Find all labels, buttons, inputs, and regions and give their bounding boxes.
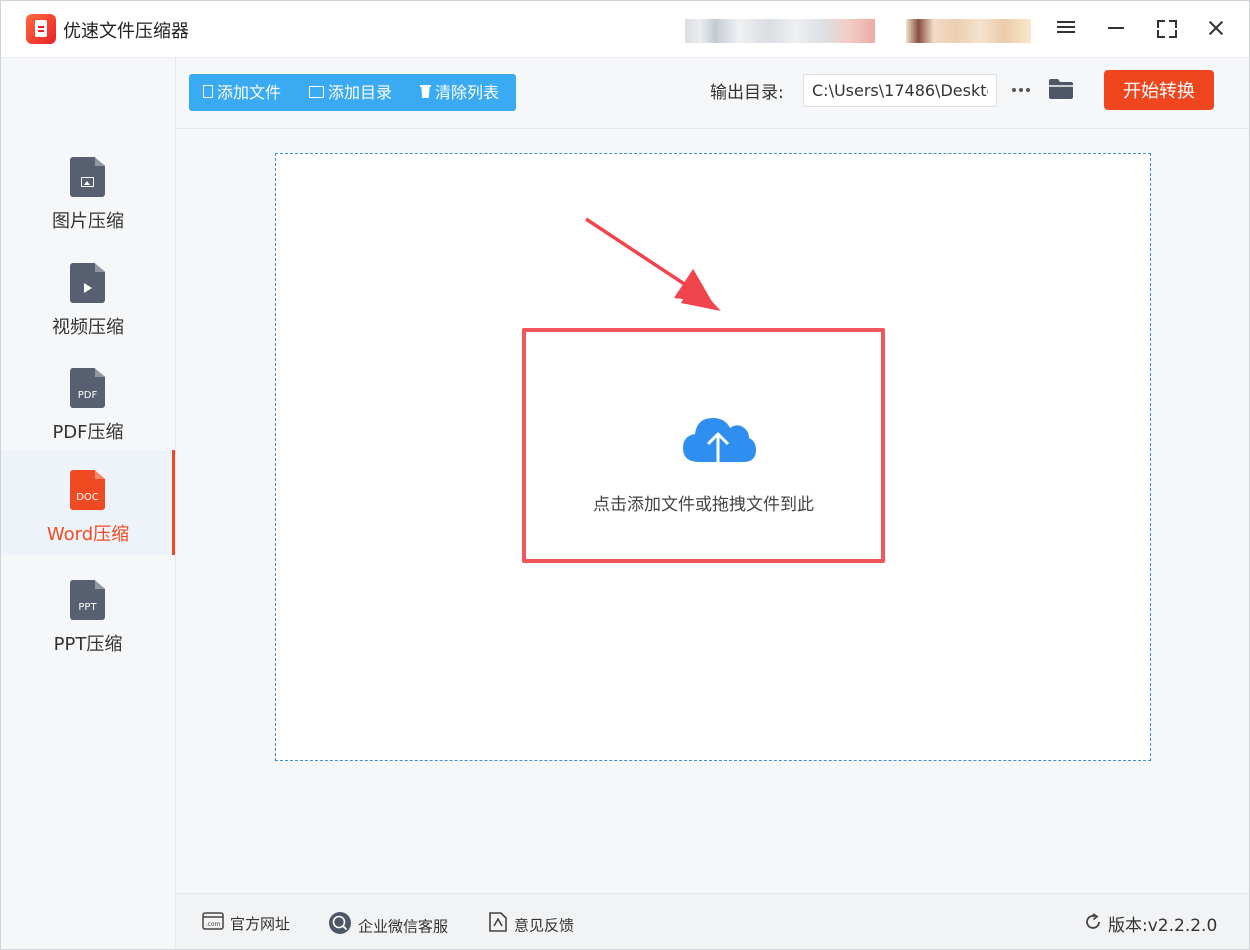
add-file-button[interactable]: 添加文件 — [203, 74, 281, 111]
upload-target[interactable]: 点击添加文件或拖拽文件到此 — [522, 328, 885, 563]
more-icon[interactable] — [1012, 78, 1034, 100]
add-folder-button[interactable]: 添加目录 — [309, 74, 392, 111]
wechat-icon — [328, 911, 352, 939]
official-website-link[interactable]: .com 官方网址 — [202, 911, 290, 936]
output-dir-label: 输出目录: — [710, 83, 784, 103]
sidebar-item-pdf-compress[interactable]: PDF PDF压缩 — [1, 352, 175, 457]
app-logo-icon — [26, 14, 56, 44]
close-icon[interactable] — [1201, 15, 1231, 41]
image-file-icon — [70, 157, 105, 197]
menu-icon[interactable] — [1051, 15, 1081, 41]
sidebar-item-label: PPT压缩 — [53, 634, 123, 655]
version-info[interactable]: 版本:v2.2.2.0 — [1084, 911, 1217, 938]
feedback-link[interactable]: 意见反馈 — [488, 911, 574, 939]
trash-icon — [420, 85, 431, 98]
open-folder-icon[interactable] — [1048, 78, 1074, 100]
cloud-upload-icon — [683, 418, 756, 472]
sidebar: 图片压缩 视频压缩 PDF PDF压缩 DOC Word压缩 PPT PPT压缩 — [1, 58, 176, 949]
app-window: 优速文件压缩器 图片压缩 视频压缩 PDF PDF压缩 DOC Word压缩 P… — [0, 0, 1250, 950]
output-dir-input[interactable] — [803, 74, 997, 107]
wechat-support-link[interactable]: 企业微信客服 — [328, 911, 448, 941]
feedback-icon — [488, 911, 508, 937]
sidebar-item-label: PDF压缩 — [52, 422, 124, 443]
folder-icon — [309, 85, 324, 98]
maximize-icon[interactable] — [1151, 15, 1181, 41]
website-icon: .com — [202, 911, 224, 934]
file-actions-group: 添加文件 添加目录 清除列表 — [189, 74, 516, 111]
pdf-file-icon: PDF — [70, 368, 105, 408]
sidebar-item-ppt-compress[interactable]: PPT PPT压缩 — [1, 564, 175, 669]
sidebar-item-word-compress[interactable]: DOC Word压缩 — [1, 450, 175, 555]
footer: .com 官方网址 企业微信客服 意见反馈 版本:v2.2.2.0 — [176, 893, 1249, 949]
video-file-icon — [70, 263, 105, 303]
refresh-icon — [1084, 912, 1102, 936]
sidebar-item-video-compress[interactable]: 视频压缩 — [1, 247, 175, 352]
blurred-user-avatar[interactable] — [906, 19, 1031, 43]
version-label: 版本: — [1108, 916, 1148, 936]
title-bar: 优速文件压缩器 — [1, 1, 1249, 58]
toolbar: 添加文件 添加目录 清除列表 输出目录: 开始转换 — [176, 58, 1249, 129]
file-icon — [203, 85, 213, 98]
doc-file-icon: DOC — [70, 470, 105, 510]
clear-list-button[interactable]: 清除列表 — [420, 74, 499, 111]
start-convert-button[interactable]: 开始转换 — [1104, 70, 1214, 110]
sidebar-item-label: 图片压缩 — [52, 211, 124, 232]
minimize-icon[interactable] — [1101, 15, 1131, 41]
sidebar-item-label: 视频压缩 — [52, 317, 124, 338]
version-value: v2.2.2.0 — [1147, 916, 1218, 936]
blurred-account-info — [685, 19, 875, 43]
ppt-file-icon: PPT — [70, 580, 105, 620]
annotation-arrow — [585, 217, 721, 311]
sidebar-item-image-compress[interactable]: 图片压缩 — [1, 141, 175, 246]
svg-text:.com: .com — [206, 921, 221, 928]
dropzone-hint: 点击添加文件或拖拽文件到此 — [593, 495, 814, 515]
sidebar-item-label: Word压缩 — [46, 524, 130, 545]
app-title: 优速文件压缩器 — [63, 21, 189, 42]
